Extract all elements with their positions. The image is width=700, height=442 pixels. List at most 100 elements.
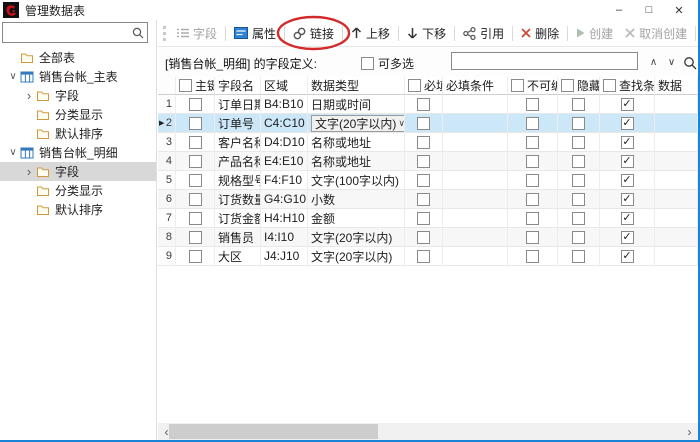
field-name-cell[interactable]: 销售员 — [215, 228, 261, 247]
table-row-6[interactable]: 6订货数量G4:G10小数✓ — [158, 190, 698, 209]
table-row-4[interactable]: 4 产品名称E4:E10名称或地址 ✓ — [158, 152, 698, 171]
row-number-cell[interactable]: 3 — [158, 133, 176, 152]
required-condition-cell[interactable] — [443, 247, 508, 266]
chevron-right-icon[interactable]: › — [22, 91, 36, 101]
range-cell[interactable]: E4:E10 — [261, 152, 308, 171]
data-type-cell[interactable]: 文字(20字以内)∨ — [308, 114, 405, 133]
range-cell[interactable]: G4:G10 — [261, 190, 308, 209]
required-checkbox[interactable] — [417, 193, 430, 206]
primary-key-checkbox[interactable] — [189, 117, 202, 130]
data-type-cell[interactable]: 金额 — [308, 209, 405, 228]
readonly-checkbox[interactable] — [526, 117, 539, 130]
sidebar-search-input[interactable] — [3, 25, 132, 40]
table-row-3[interactable]: 3客户名称D4:D10名称或地址✓ — [158, 133, 698, 152]
multi-select-checkbox[interactable] — [361, 57, 374, 70]
required-checkbox[interactable] — [417, 155, 430, 168]
find-condition-checkbox[interactable]: ✓ — [621, 98, 634, 111]
maximize-button[interactable]: □ — [634, 0, 664, 20]
required-condition-cell[interactable] — [443, 190, 508, 209]
required-checkbox[interactable] — [417, 174, 430, 187]
range-cell[interactable]: B4:B10 — [261, 95, 308, 114]
field-name-cell[interactable]: 规格型号 — [215, 171, 261, 190]
row-number-cell[interactable]: 7 — [158, 209, 176, 228]
column-header-3[interactable]: 数据类型 — [308, 77, 405, 95]
range-cell[interactable]: J4:J10 — [261, 247, 308, 266]
table-row-9[interactable]: 9大区J4:J10文字(20字以内)✓ — [158, 247, 698, 266]
column-header-4[interactable]: 必填 — [405, 77, 443, 95]
table-row-8[interactable]: 8销售员I4:I10文字(20字以内)✓ — [158, 228, 698, 247]
chevron-down-icon[interactable]: ∨ — [6, 148, 20, 158]
required-checkbox[interactable] — [417, 117, 430, 130]
range-cell[interactable]: I4:I10 — [261, 228, 308, 247]
readonly-checkbox[interactable] — [526, 250, 539, 263]
column-header-2[interactable]: 区域 — [261, 77, 308, 95]
horizontal-scrollbar[interactable]: ‹ › — [158, 423, 698, 440]
row-number-cell[interactable]: 4 — [158, 152, 176, 171]
toolbar-button-7[interactable]: 创建 — [570, 22, 619, 44]
hidden-checkbox[interactable] — [572, 212, 585, 225]
hidden-checkbox[interactable] — [572, 155, 585, 168]
field-name-cell[interactable]: 大区 — [215, 247, 261, 266]
find-condition-checkbox[interactable]: ✓ — [621, 250, 634, 263]
column-header-checkbox[interactable] — [561, 79, 574, 92]
column-header-1[interactable]: 字段名 — [215, 77, 261, 95]
primary-key-checkbox[interactable] — [189, 98, 202, 111]
find-condition-checkbox[interactable]: ✓ — [621, 174, 634, 187]
toolbar-button-0[interactable]: 字段 — [171, 22, 223, 44]
row-number-cell[interactable]: 8 — [158, 228, 176, 247]
required-condition-cell[interactable] — [443, 152, 508, 171]
column-header-0[interactable]: 主键 — [176, 77, 215, 95]
data-type-cell[interactable]: 名称或地址 — [308, 152, 405, 171]
tree-item-2[interactable]: ›字段 — [0, 86, 156, 105]
hidden-checkbox[interactable] — [572, 174, 585, 187]
find-next-button[interactable]: ∨ — [663, 54, 680, 71]
primary-key-checkbox[interactable] — [189, 250, 202, 263]
find-condition-checkbox[interactable]: ✓ — [621, 117, 634, 130]
find-condition-checkbox[interactable]: ✓ — [621, 155, 634, 168]
column-header-checkbox[interactable] — [511, 79, 524, 92]
data-type-cell[interactable]: 文字(20字以内) — [308, 228, 405, 247]
required-condition-cell[interactable] — [443, 209, 508, 228]
field-name-cell[interactable]: 订单日期 — [215, 95, 261, 114]
data-type-cell[interactable]: 小数 — [308, 190, 405, 209]
data-format-cell[interactable] — [655, 114, 698, 133]
tree-item-6[interactable]: ›字段 — [0, 162, 156, 181]
search-icon[interactable] — [681, 54, 698, 71]
data-type-cell[interactable]: 文字(20字以内) — [308, 247, 405, 266]
tree-item-3[interactable]: 分类显示 — [0, 105, 156, 124]
data-format-cell[interactable] — [655, 152, 698, 171]
required-condition-cell[interactable] — [443, 228, 508, 247]
primary-key-checkbox[interactable] — [189, 212, 202, 225]
field-name-cell[interactable]: 产品名称 — [215, 152, 261, 171]
field-name-cell[interactable]: 订货数量 — [215, 190, 261, 209]
row-number-cell[interactable]: 6 — [158, 190, 176, 209]
field-name-cell[interactable]: 订货金额 — [215, 209, 261, 228]
primary-key-checkbox[interactable] — [189, 136, 202, 149]
toolbar-button-6[interactable]: 删除 — [515, 22, 565, 44]
column-header-checkbox[interactable] — [179, 79, 192, 92]
data-format-cell[interactable] — [655, 190, 698, 209]
range-cell[interactable]: F4:F10 — [261, 171, 308, 190]
chevron-down-icon[interactable]: ∨ — [6, 72, 20, 82]
column-header-8[interactable]: 查找条件 — [600, 77, 655, 95]
data-format-cell[interactable] — [655, 133, 698, 152]
tree-item-5[interactable]: ∨销售台帐_明细 — [0, 143, 156, 162]
required-checkbox[interactable] — [417, 98, 430, 111]
hidden-checkbox[interactable] — [572, 250, 585, 263]
readonly-checkbox[interactable] — [526, 231, 539, 244]
readonly-checkbox[interactable] — [526, 212, 539, 225]
row-number-cell[interactable]: 1 — [158, 95, 176, 114]
toolbar-button-3[interactable]: 上移 — [345, 22, 396, 44]
data-type-dropdown[interactable]: 文字(20字以内)∨ — [311, 115, 405, 132]
hidden-checkbox[interactable] — [572, 117, 585, 130]
tree-item-4[interactable]: 默认排序 — [0, 124, 156, 143]
toolbar-button-4[interactable]: 下移 — [401, 22, 452, 44]
readonly-checkbox[interactable] — [526, 98, 539, 111]
required-checkbox[interactable] — [417, 136, 430, 149]
field-name-cell[interactable]: 客户名称 — [215, 133, 261, 152]
required-condition-cell[interactable] — [443, 95, 508, 114]
primary-key-checkbox[interactable] — [189, 174, 202, 187]
readonly-checkbox[interactable] — [526, 174, 539, 187]
hidden-checkbox[interactable] — [572, 136, 585, 149]
find-condition-checkbox[interactable]: ✓ — [621, 212, 634, 225]
